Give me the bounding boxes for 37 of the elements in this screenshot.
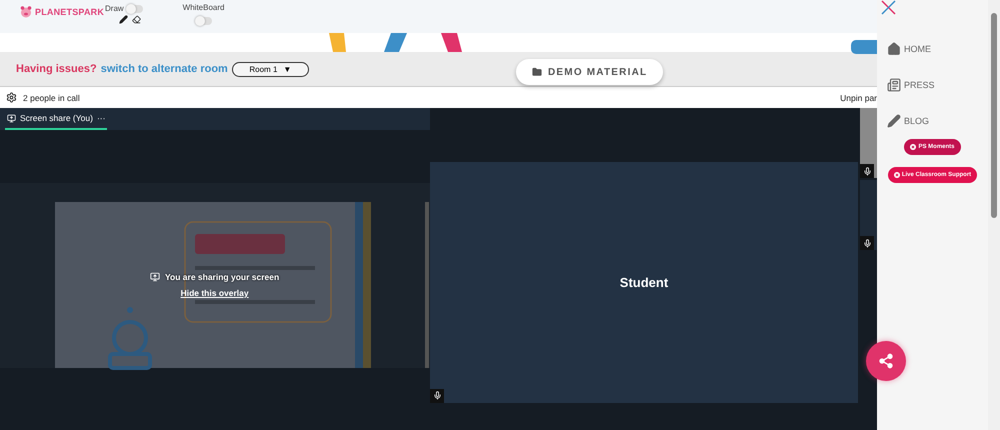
nav-item[interactable]: BLOG	[887, 103, 930, 139]
pencil-icon[interactable]	[118, 15, 128, 24]
brand-logo: PLANETSPARK	[35, 7, 104, 17]
mic-icon	[860, 164, 874, 178]
mic-icon	[430, 388, 444, 402]
newspaper-icon	[887, 78, 901, 92]
home-icon	[887, 42, 901, 56]
folder-icon	[532, 67, 542, 77]
student-name: Student	[620, 274, 668, 290]
mic-icon	[860, 236, 874, 250]
draw-label: Draw	[105, 4, 124, 13]
toggle-switch[interactable]	[196, 17, 212, 25]
video-thumbnail[interactable]	[860, 108, 877, 178]
pig-logo-icon	[20, 6, 32, 18]
room-select[interactable]: Room 1 ▼	[232, 62, 309, 76]
toggle-switch[interactable]	[126, 4, 143, 12]
eraser-icon[interactable]	[132, 15, 141, 24]
nav-item[interactable]: HOME	[887, 31, 931, 67]
unpin-link[interactable]: Unpin par	[840, 92, 877, 102]
monitor-icon	[150, 272, 160, 282]
chat-bubble-icon[interactable]	[851, 40, 877, 54]
pencil-icon	[887, 114, 901, 128]
whiteboard-label: WhiteBoard	[182, 3, 224, 12]
sharing-notice: You are sharing your screen	[165, 272, 280, 282]
issue-text: Having issues?	[16, 63, 97, 75]
close-circle-icon	[894, 172, 900, 178]
demo-material-button[interactable]: DEMO MATERIAL	[516, 59, 664, 85]
close-circle-icon	[910, 144, 916, 150]
close-icon[interactable]	[881, 0, 896, 15]
people-count: 2 people in call	[23, 92, 80, 102]
share-icon	[878, 353, 894, 369]
nav-item[interactable]: PRESS	[887, 67, 935, 103]
video-thumbnail[interactable]	[860, 180, 877, 250]
hide-overlay-link[interactable]: Hide this overlay	[180, 288, 249, 298]
monitor-icon	[7, 114, 16, 122]
scrollbar[interactable]	[988, 0, 1000, 430]
settings-icon[interactable]	[6, 92, 17, 103]
